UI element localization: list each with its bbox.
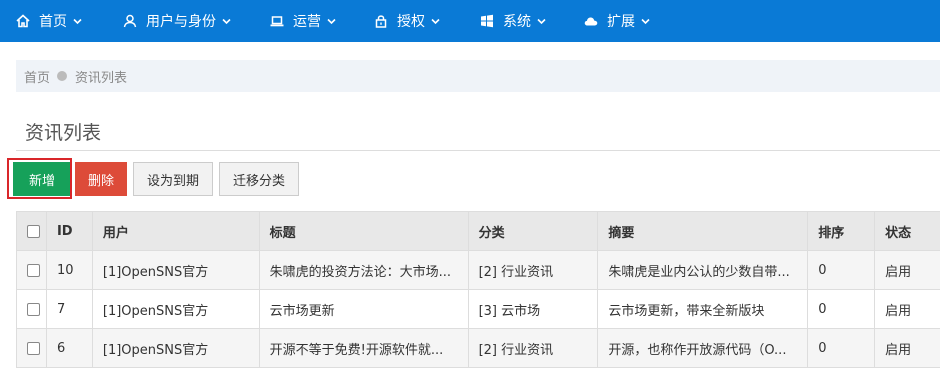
row-select-cell [17,290,47,329]
cell-status: 启用 [875,251,940,290]
chevron-down-icon [431,17,440,26]
nav-item-extensions[interactable]: 扩展 [584,0,650,42]
nav-label-system: 系统 [503,11,531,31]
cell-category: [2] 行业资讯 [468,251,598,290]
nav-item-home[interactable]: 首页 [16,0,82,42]
top-nav-bar: 首页 用户与身份 运营 授权 系统 扩展 [0,0,940,42]
nav-label-operations: 运营 [293,11,321,31]
chevron-down-icon [73,17,82,26]
nav-item-authorization[interactable]: 授权 [374,0,440,42]
column-header-category[interactable]: 分类 [468,212,598,251]
nav-item-system[interactable]: 系统 [480,0,546,42]
column-header-order[interactable]: 排序 [808,212,875,251]
lock-icon [374,14,388,28]
delete-button[interactable]: 删除 [75,162,127,196]
set-expired-button[interactable]: 设为到期 [133,162,213,196]
nav-label-home: 首页 [39,11,67,31]
news-table: ID 用户 标题 分类 摘要 排序 状态 10 [1]OpenSNS官方 朱啸虎… [16,211,940,368]
column-header-user[interactable]: 用户 [92,212,259,251]
windows-icon [480,14,494,28]
breadcrumb-separator-dot [57,71,67,81]
cell-summary: 朱啸虎是业内公认的少数自带... [598,251,808,290]
breadcrumb: 首页 资讯列表 [16,60,940,92]
nav-label-authorization: 授权 [397,11,425,31]
move-category-button[interactable]: 迁移分类 [219,162,299,196]
home-icon [16,14,30,28]
table-row: 10 [1]OpenSNS官方 朱啸虎的投资方法论：大市场... [2] 行业资… [17,251,940,290]
chevron-down-icon [641,17,650,26]
title-divider [16,150,940,151]
cell-title: 云市场更新 [259,290,468,329]
add-button[interactable]: 新增 [13,162,71,196]
cell-summary: 云市场更新，带来全新版块 [598,290,808,329]
breadcrumb-current: 资讯列表 [75,67,127,86]
column-header-title[interactable]: 标题 [259,212,468,251]
row-checkbox[interactable] [27,342,40,355]
nav-label-extensions: 扩展 [607,11,635,31]
cell-user-link[interactable]: [1]OpenSNS官方 [92,251,259,290]
cell-title: 朱啸虎的投资方法论：大市场... [259,251,468,290]
column-header-status[interactable]: 状态 [875,212,940,251]
chevron-down-icon [327,17,336,26]
table-header-row: ID 用户 标题 分类 摘要 排序 状态 [17,212,940,251]
select-all-checkbox[interactable] [27,225,40,238]
row-checkbox[interactable] [27,303,40,316]
user-icon [123,14,137,28]
cell-status: 启用 [875,290,940,329]
select-all-cell [17,212,47,251]
column-header-summary[interactable]: 摘要 [598,212,808,251]
nav-item-operations[interactable]: 运营 [270,0,336,42]
breadcrumb-home[interactable]: 首页 [16,67,50,86]
cell-id: 10 [46,251,92,290]
row-select-cell [17,251,47,290]
row-checkbox[interactable] [27,264,40,277]
chevron-down-icon [537,17,546,26]
nav-item-users[interactable]: 用户与身份 [123,0,231,42]
cell-order: 0 [808,290,875,329]
cell-id: 7 [46,290,92,329]
nav-label-users: 用户与身份 [146,11,216,31]
column-header-id[interactable]: ID [46,212,92,251]
cell-order: 0 [808,251,875,290]
cell-category: [3] 云市场 [468,290,598,329]
laptop-icon [270,14,284,28]
page-title: 资讯列表 [25,118,101,145]
cell-user-link[interactable]: [1]OpenSNS官方 [92,290,259,329]
chevron-down-icon [222,17,231,26]
table-row: 7 [1]OpenSNS官方 云市场更新 [3] 云市场 云市场更新，带来全新版… [17,290,940,329]
cloud-icon [584,14,598,28]
